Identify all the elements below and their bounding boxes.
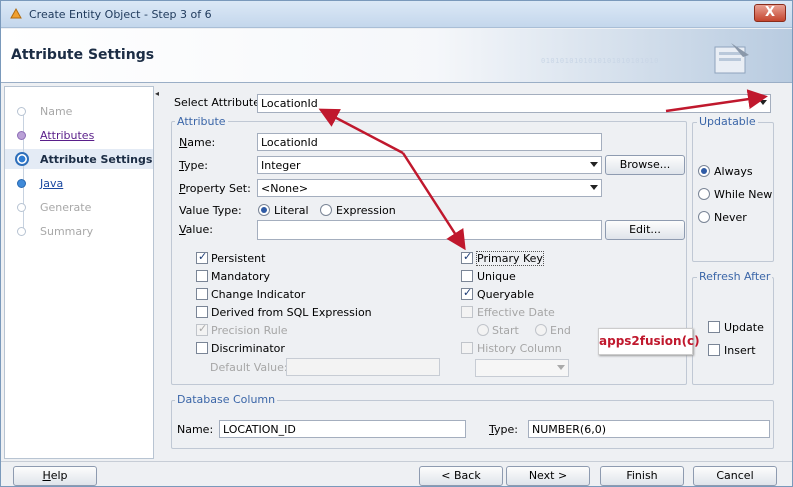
- annotation-arrow-to-name: [318, 108, 404, 155]
- annotation-arrows: [318, 89, 768, 251]
- help-button[interactable]: Help: [13, 466, 97, 486]
- next-button[interactable]: Next >: [506, 466, 590, 486]
- finish-button[interactable]: Finish: [600, 466, 684, 486]
- wizard-window: Create Entity Object - Step 3 of 6 X Att…: [0, 0, 793, 487]
- cancel-button[interactable]: Cancel: [693, 466, 777, 486]
- wizard-footer: Help < Back Next > Finish Cancel: [1, 461, 792, 486]
- annotation-arrow-to-primary-key: [401, 152, 466, 251]
- back-button[interactable]: < Back: [419, 466, 503, 486]
- annotation-arrow-to-combo: [665, 89, 768, 113]
